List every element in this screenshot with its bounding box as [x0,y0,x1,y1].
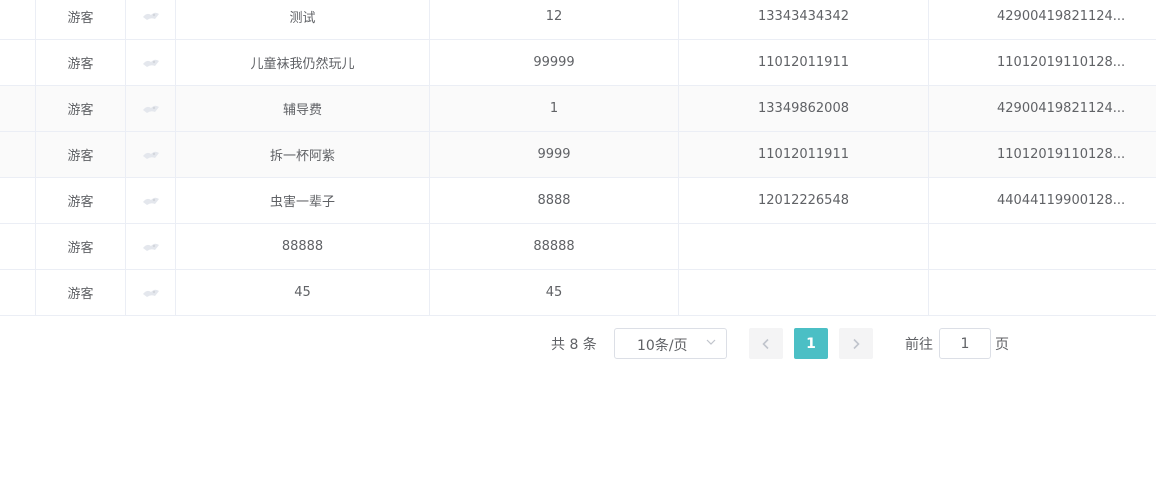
count-cell: 9999 [430,132,679,177]
idcard-cell: 42900419821124... [997,101,1126,116]
phone-cell: 11012011911 [679,40,929,85]
avatar-cell [126,0,176,39]
idcard-cell [929,270,1156,315]
idcard-cell [929,224,1156,269]
phone-cell: 13343434342 [679,0,929,39]
avatar-icon [142,151,159,159]
avatar-icon [142,12,159,20]
select-cell [0,270,36,315]
count-cell: 45 [430,270,679,315]
count-cell: 88888 [430,224,679,269]
avatar-cell [126,132,176,177]
avatar-cell [126,40,176,85]
chevron-right-icon [853,338,860,349]
name-cell: 拆一杯阿紫 [176,132,430,177]
phone-cell [679,270,929,315]
chevron-left-icon [762,338,769,349]
table-row: 游客 辅导费 1 13349862008 42900419821124... [0,86,1156,132]
role-cell: 游客 [36,86,126,131]
table-body: 游客 测试 12 13343434342 42900419821124... 游客 儿童袜我… [0,0,1156,316]
name-cell: 测试 [176,0,430,39]
table-row: 游客 儿童袜我仍然玩儿 99999 11012011911 11012019110128… [0,40,1156,86]
idcard-cell: 42900419821124... [997,8,1126,24]
count-cell: 12 [430,0,679,39]
name-cell: 虫害一辈子 [176,178,430,223]
count-cell: 1 [430,86,679,131]
phone-cell: 12012226548 [679,178,929,223]
goto-page-input[interactable]: 1 [939,328,991,359]
select-cell [0,40,36,85]
page-size-select[interactable]: 10条/页 [614,328,727,359]
avatar-cell [126,224,176,269]
role-cell: 游客 [36,132,126,177]
select-cell [0,132,36,177]
avatar-cell [126,270,176,315]
idcard-cell: 44044119900128... [997,193,1126,208]
avatar-icon [142,105,159,113]
name-cell: 45 [176,270,430,315]
select-cell [0,224,36,269]
role-cell: 游客 [36,0,126,39]
table-row: 游客 88888 88888 [0,224,1156,270]
table-row: 游客 测试 12 13343434342 42900419821124... [0,0,1156,40]
avatar-icon [142,197,159,205]
prev-page-button[interactable] [749,328,783,359]
table-row: 游客 虫害一辈子 8888 12012226548 44044119900128... [0,178,1156,224]
avatar-icon [142,243,159,251]
role-cell: 游客 [36,270,126,315]
goto-label: 前往 [905,337,933,353]
count-cell: 99999 [430,40,679,85]
name-cell: 辅导费 [176,86,430,131]
avatar-icon [142,59,159,67]
role-cell: 游客 [36,178,126,223]
idcard-cell: 11012019110128... [997,55,1126,70]
phone-cell: 13349862008 [679,86,929,131]
table-row: 游客 拆一杯阿紫 9999 11012011911 11012019110128... [0,132,1156,178]
name-cell: 88888 [176,224,430,269]
page-number-current[interactable]: 1 [794,328,828,359]
next-page-button[interactable] [839,328,873,359]
avatar-icon [142,289,159,297]
data-table: 游客 测试 12 13343434342 42900419821124... 游客 儿童袜我… [0,0,1156,316]
page-size-value: 10条/页 [637,338,688,354]
pagination-total: 共 8 条 [551,337,597,353]
role-cell: 游客 [36,224,126,269]
phone-cell [679,224,929,269]
name-cell: 儿童袜我仍然玩儿 [176,40,430,85]
count-cell: 8888 [430,178,679,223]
select-cell [0,0,36,39]
select-cell [0,178,36,223]
idcard-cell: 11012019110128... [997,147,1126,162]
avatar-cell [126,178,176,223]
role-cell: 游客 [36,40,126,85]
goto-suffix: 页 [995,337,1009,353]
avatar-cell [126,86,176,131]
phone-cell: 11012011911 [679,132,929,177]
pagination: 共 8 条 10条/页 1 前往 1 页 [0,328,1156,359]
select-cell [0,86,36,131]
chevron-down-icon [706,339,716,345]
table-row: 游客 45 45 [0,270,1156,316]
